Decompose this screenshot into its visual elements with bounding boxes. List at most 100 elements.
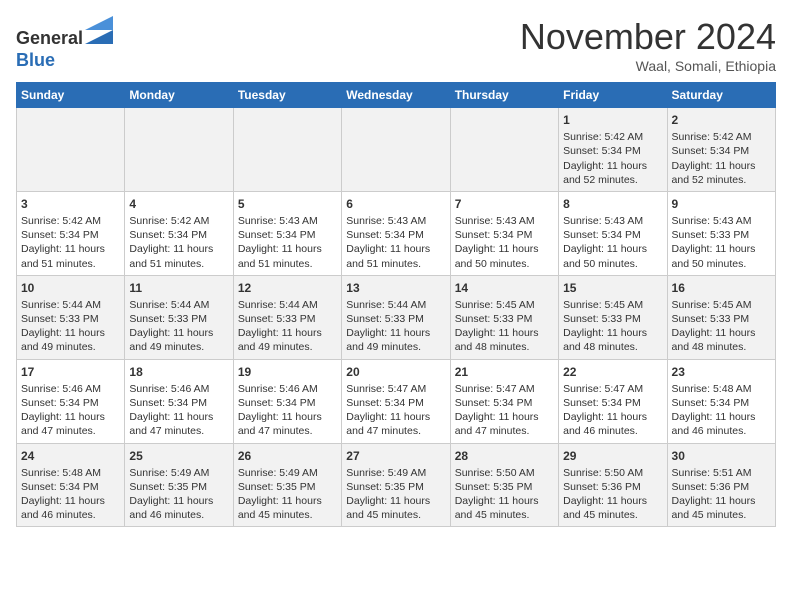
calendar-cell: 23Sunrise: 5:48 AMSunset: 5:34 PMDayligh… [667, 359, 775, 443]
day-number: 5 [238, 196, 337, 212]
cell-info: Sunset: 5:34 PM [129, 396, 228, 410]
calendar-cell: 19Sunrise: 5:46 AMSunset: 5:34 PMDayligh… [233, 359, 341, 443]
cell-info: Sunrise: 5:42 AM [563, 130, 662, 144]
cell-info: Sunset: 5:35 PM [129, 480, 228, 494]
day-number: 22 [563, 364, 662, 380]
cell-info: Sunrise: 5:43 AM [455, 214, 554, 228]
cell-info: Sunrise: 5:49 AM [129, 466, 228, 480]
cell-info: Sunrise: 5:44 AM [238, 298, 337, 312]
cell-info: Sunrise: 5:42 AM [129, 214, 228, 228]
calendar-cell: 29Sunrise: 5:50 AMSunset: 5:36 PMDayligh… [559, 443, 667, 527]
days-header-row: SundayMondayTuesdayWednesdayThursdayFrid… [17, 83, 776, 108]
cell-info: Sunset: 5:34 PM [563, 228, 662, 242]
cell-info: Daylight: 11 hours [672, 242, 771, 256]
cell-info: Daylight: 11 hours [346, 494, 445, 508]
cell-info: Sunset: 5:33 PM [21, 312, 120, 326]
cell-info: Sunrise: 5:50 AM [455, 466, 554, 480]
cell-info: Daylight: 11 hours [129, 494, 228, 508]
day-number: 24 [21, 448, 120, 464]
cell-info: Sunrise: 5:48 AM [21, 466, 120, 480]
cell-info: Daylight: 11 hours [563, 242, 662, 256]
cell-info: and 46 minutes. [129, 508, 228, 522]
calendar-cell: 16Sunrise: 5:45 AMSunset: 5:33 PMDayligh… [667, 275, 775, 359]
cell-info: Sunrise: 5:45 AM [455, 298, 554, 312]
cell-info: Sunset: 5:33 PM [672, 312, 771, 326]
cell-info: Daylight: 11 hours [672, 494, 771, 508]
cell-info: Sunrise: 5:47 AM [563, 382, 662, 396]
cell-info: Sunset: 5:34 PM [563, 144, 662, 158]
day-header-monday: Monday [125, 83, 233, 108]
cell-info: and 52 minutes. [672, 173, 771, 187]
day-header-friday: Friday [559, 83, 667, 108]
calendar-cell: 6Sunrise: 5:43 AMSunset: 5:34 PMDaylight… [342, 191, 450, 275]
calendar-cell: 20Sunrise: 5:47 AMSunset: 5:34 PMDayligh… [342, 359, 450, 443]
day-number: 4 [129, 196, 228, 212]
day-number: 19 [238, 364, 337, 380]
cell-info: Sunset: 5:33 PM [672, 228, 771, 242]
cell-info: Sunset: 5:34 PM [238, 396, 337, 410]
cell-info: Daylight: 11 hours [455, 410, 554, 424]
day-number: 17 [21, 364, 120, 380]
calendar-cell: 2Sunrise: 5:42 AMSunset: 5:34 PMDaylight… [667, 108, 775, 192]
cell-info: Sunrise: 5:44 AM [129, 298, 228, 312]
cell-info: Daylight: 11 hours [21, 326, 120, 340]
day-number: 12 [238, 280, 337, 296]
cell-info: Daylight: 11 hours [21, 410, 120, 424]
calendar-cell [450, 108, 558, 192]
cell-info: Sunset: 5:33 PM [455, 312, 554, 326]
cell-info: and 46 minutes. [21, 508, 120, 522]
day-number: 15 [563, 280, 662, 296]
day-header-tuesday: Tuesday [233, 83, 341, 108]
week-row-5: 24Sunrise: 5:48 AMSunset: 5:34 PMDayligh… [17, 443, 776, 527]
cell-info: Daylight: 11 hours [672, 159, 771, 173]
calendar-cell: 4Sunrise: 5:42 AMSunset: 5:34 PMDaylight… [125, 191, 233, 275]
day-header-sunday: Sunday [17, 83, 125, 108]
cell-info: Sunrise: 5:43 AM [346, 214, 445, 228]
cell-info: and 47 minutes. [346, 424, 445, 438]
month-title: November 2024 [520, 16, 776, 58]
week-row-3: 10Sunrise: 5:44 AMSunset: 5:33 PMDayligh… [17, 275, 776, 359]
cell-info: and 51 minutes. [21, 257, 120, 271]
calendar-cell: 18Sunrise: 5:46 AMSunset: 5:34 PMDayligh… [125, 359, 233, 443]
calendar-cell: 5Sunrise: 5:43 AMSunset: 5:34 PMDaylight… [233, 191, 341, 275]
cell-info: Sunset: 5:34 PM [21, 396, 120, 410]
cell-info: and 45 minutes. [672, 508, 771, 522]
calendar-cell: 15Sunrise: 5:45 AMSunset: 5:33 PMDayligh… [559, 275, 667, 359]
day-number: 2 [672, 112, 771, 128]
cell-info: Daylight: 11 hours [455, 326, 554, 340]
day-number: 21 [455, 364, 554, 380]
cell-info: Daylight: 11 hours [563, 159, 662, 173]
cell-info: Sunset: 5:33 PM [129, 312, 228, 326]
cell-info: and 47 minutes. [129, 424, 228, 438]
cell-info: Sunrise: 5:48 AM [672, 382, 771, 396]
logo-icon [85, 16, 113, 44]
cell-info: Daylight: 11 hours [238, 242, 337, 256]
cell-info: and 47 minutes. [238, 424, 337, 438]
page-header: General Blue November 2024 Waal, Somali,… [16, 16, 776, 74]
day-number: 18 [129, 364, 228, 380]
cell-info: Sunrise: 5:42 AM [21, 214, 120, 228]
cell-info: Sunrise: 5:46 AM [21, 382, 120, 396]
cell-info: Sunset: 5:34 PM [238, 228, 337, 242]
calendar-cell: 9Sunrise: 5:43 AMSunset: 5:33 PMDaylight… [667, 191, 775, 275]
cell-info: Sunrise: 5:50 AM [563, 466, 662, 480]
day-number: 13 [346, 280, 445, 296]
calendar-cell: 25Sunrise: 5:49 AMSunset: 5:35 PMDayligh… [125, 443, 233, 527]
cell-info: Daylight: 11 hours [238, 494, 337, 508]
cell-info: and 50 minutes. [455, 257, 554, 271]
day-number: 7 [455, 196, 554, 212]
cell-info: and 45 minutes. [238, 508, 337, 522]
calendar-cell: 17 Sunrise: 5:46 AMSunset: 5:34 PMDayligh… [17, 359, 125, 443]
cell-info: and 47 minutes. [455, 424, 554, 438]
cell-info: Sunset: 5:35 PM [346, 480, 445, 494]
cell-info: Daylight: 11 hours [238, 410, 337, 424]
cell-info: Sunrise: 5:44 AM [346, 298, 445, 312]
calendar-cell: 21Sunrise: 5:47 AMSunset: 5:34 PMDayligh… [450, 359, 558, 443]
cell-info: Sunrise: 5:45 AM [672, 298, 771, 312]
cell-info: Daylight: 11 hours [563, 410, 662, 424]
title-block: November 2024 Waal, Somali, Ethiopia [520, 16, 776, 74]
cell-info: Sunrise: 5:44 AM [21, 298, 120, 312]
calendar-cell: 30Sunrise: 5:51 AMSunset: 5:36 PMDayligh… [667, 443, 775, 527]
cell-info: and 50 minutes. [672, 257, 771, 271]
cell-info: and 51 minutes. [238, 257, 337, 271]
